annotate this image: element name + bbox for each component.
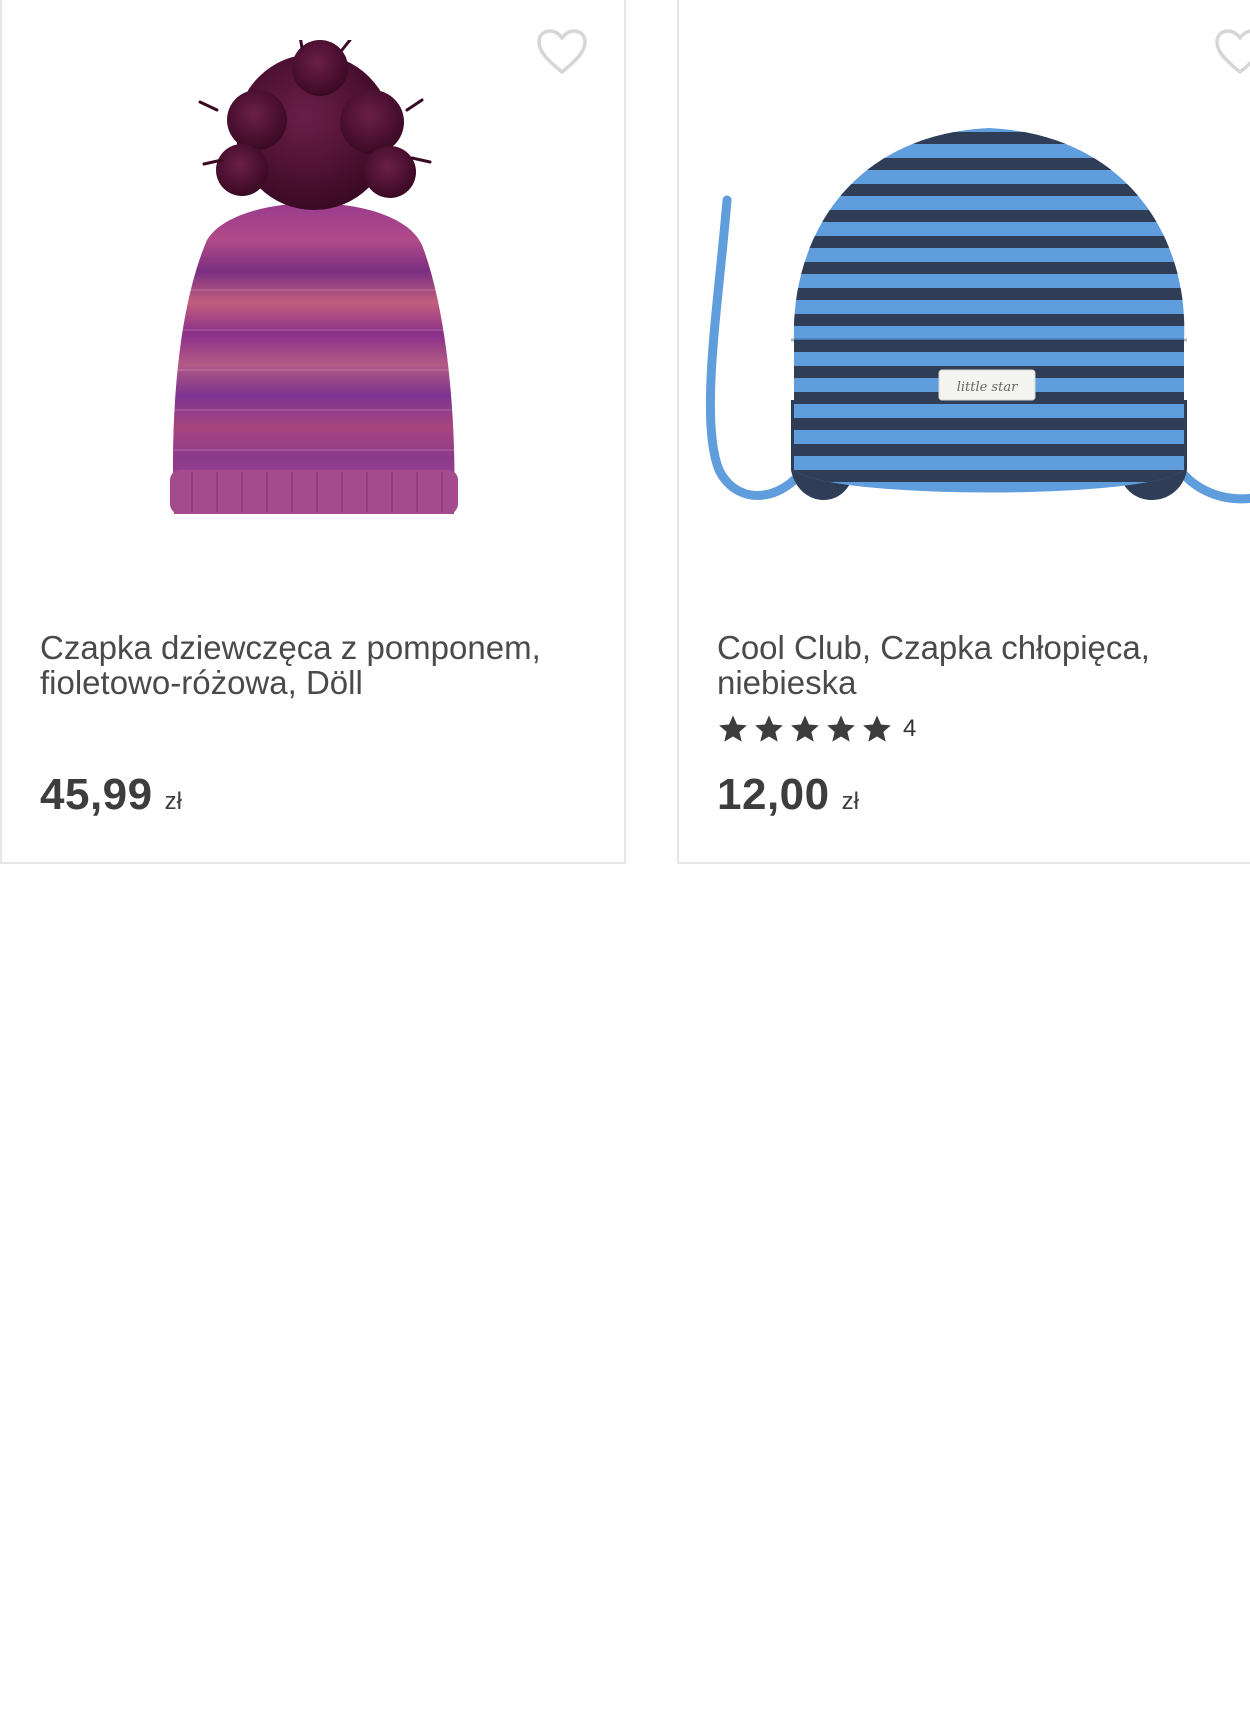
product-title-line: Cool Club, Czapka chłopięca, xyxy=(717,629,1150,666)
product-card[interactable]: Czapka dziewczęca z pomponem, fioletowo-… xyxy=(0,0,626,864)
product-title-line: niebieska xyxy=(717,664,857,701)
star-icon xyxy=(755,715,783,742)
product-image[interactable] xyxy=(2,40,622,540)
product-price: 45,99 zł xyxy=(40,770,182,820)
star-icon xyxy=(827,715,855,742)
price-amount: 45,99 xyxy=(40,770,153,819)
price-currency: zł xyxy=(841,788,859,815)
rating-count: 4 xyxy=(903,715,917,742)
star-icon xyxy=(791,715,819,742)
product-price: 12,00 zł xyxy=(717,770,859,820)
product-title[interactable]: Czapka dziewczęca z pomponem, fioletowo-… xyxy=(40,630,600,700)
price-amount: 12,00 xyxy=(717,770,830,819)
product-grid: Czapka dziewczęca z pomponem, fioletowo-… xyxy=(0,0,1250,866)
star-icon xyxy=(863,715,891,742)
product-rating[interactable]: 4 xyxy=(717,712,916,746)
product-image[interactable]: little star xyxy=(679,40,1250,540)
price-currency: zł xyxy=(164,788,182,815)
product-title-line: fioletowo-różowa, Döll xyxy=(40,664,363,701)
star-icon xyxy=(719,715,747,742)
product-card[interactable]: little star Cool Club, Czapka chłopięca,… xyxy=(677,0,1250,864)
hat-label-text: little star xyxy=(957,380,1018,395)
product-title[interactable]: Cool Club, Czapka chłopięca, niebieska xyxy=(717,630,1250,700)
product-title-line: Czapka dziewczęca z pomponem, xyxy=(40,629,541,666)
